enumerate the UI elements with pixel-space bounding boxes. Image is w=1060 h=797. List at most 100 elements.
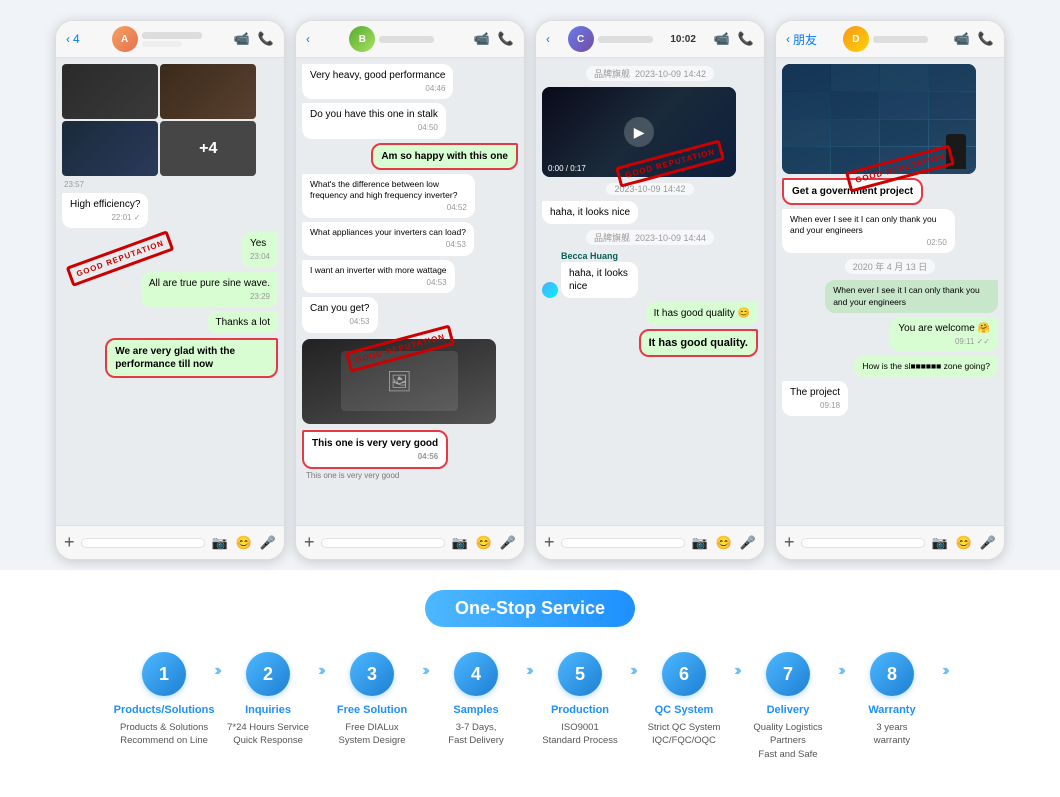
phone-mockup-4: ‹ 朋友 D 📹 📞 GOOD REPUTATION	[775, 20, 1005, 560]
avatar-3: C	[568, 26, 594, 52]
back-button-3[interactable]: ‹	[546, 32, 550, 46]
bubble-thank-you: When ever I see it I can only thank you …	[782, 209, 955, 253]
bubble-text: Am so happy with this one	[381, 150, 508, 163]
bubble-text: You are welcome 🤗	[898, 322, 990, 335]
step-item-3: 3 Free Solution Free DIALuxSystem Desigr…	[322, 652, 422, 748]
bubble-text: I want an inverter with more wattage	[310, 265, 447, 276]
step-number-5: 5	[575, 664, 585, 685]
play-icon: ▶	[634, 124, 645, 141]
grid-img-2	[160, 64, 256, 119]
service-title: One-Stop Service	[425, 590, 635, 627]
bubble-howis: How is the sl■■■■■■ zone going?	[854, 356, 998, 377]
arrow-icon-8: ›››	[942, 662, 946, 680]
step-circle-2: 2	[246, 652, 290, 696]
bubble-text: Can you get?	[310, 302, 370, 315]
contact-name-3	[598, 36, 653, 43]
footer-plus-icon[interactable]: +	[64, 532, 75, 553]
bubble-thank-sent: When ever I see it I can only thank you …	[825, 280, 998, 312]
bubble-time: 23:04	[250, 252, 270, 262]
footer-input-4[interactable]	[801, 538, 926, 548]
video-icon-1[interactable]: 📹	[234, 31, 250, 47]
footer-plus-icon-2[interactable]: +	[304, 532, 315, 553]
bubble-time: 04:53	[310, 317, 370, 327]
bubble-glad-performance: We are very glad with the performance ti…	[105, 338, 278, 378]
sender-name-becca: Becca Huang	[561, 251, 657, 261]
footer-plus-icon-4[interactable]: +	[784, 532, 795, 553]
camera-icon[interactable]: 📷	[211, 535, 227, 551]
step-desc-5: ISO9001Standard Process	[542, 721, 618, 748]
emoji-icon-4[interactable]: 😊	[956, 535, 972, 551]
back-button-4[interactable]: ‹ 朋友	[786, 31, 817, 48]
bubble-text: High efficiency?	[70, 198, 140, 211]
step-item-7: 7 Delivery Quality Logistics PartnersFas…	[738, 652, 838, 761]
bubble-time: 22:01 ✓	[70, 213, 140, 223]
camera-icon-4[interactable]: 📷	[931, 535, 947, 551]
step-title-3: Free Solution	[337, 704, 407, 716]
chat-body-4: GOOD REPUTATION Get a government pro	[776, 58, 1004, 525]
phone-mockup-3: ‹ C 10:02 📹 📞 GOOD REPUTATION	[535, 20, 765, 560]
bubble-text: When ever I see it I can only thank you …	[790, 214, 947, 236]
mic-icon-2[interactable]: 🎤	[500, 535, 516, 551]
bubble-text: What's the difference between low freque…	[310, 179, 467, 201]
step-item-6: 6 QC System Strict QC SystemIQC/FQC/OQC	[634, 652, 734, 748]
bubble-wattage: I want an inverter with more wattage 04:…	[302, 260, 455, 293]
phone-icon-3[interactable]: 📞	[738, 31, 754, 47]
camera-icon-3[interactable]: 📷	[691, 535, 707, 551]
back-count-1: 4	[73, 32, 80, 46]
bubble-time: 04:53	[310, 240, 466, 250]
contact-info-2: B	[349, 26, 434, 52]
emoji-icon[interactable]: 😊	[236, 535, 252, 551]
bubble-looks-nice-2: haha, it looks nice	[561, 262, 638, 298]
footer-input-1[interactable]	[81, 538, 206, 548]
step-title-1: Products/Solutions	[114, 704, 215, 716]
status-bar-time: 10:02	[670, 34, 696, 45]
video-icon-4[interactable]: 📹	[954, 31, 970, 47]
chat-body-3: GOOD REPUTATION 品牌旗舰 2023-10-09 14:42 ▶ …	[536, 58, 764, 525]
bubble-text: All are true pure sine wave.	[149, 277, 270, 290]
phone-icon-1[interactable]: 📞	[258, 31, 274, 47]
bubble-text: It has good quality.	[649, 336, 748, 350]
bubble-text: How is the sl■■■■■■ zone going?	[862, 361, 990, 372]
phone-footer-3: + 📷 😊 🎤	[536, 525, 764, 559]
main-container: ‹ 4 A 📹 📞 GOOD REPUTAT	[0, 0, 1060, 781]
bubble-happy: Am so happy with this one	[371, 143, 518, 170]
bubble-project: The project 09:18	[782, 381, 848, 416]
mic-icon[interactable]: 🎤	[260, 535, 276, 551]
bubble-time: 04:52	[310, 203, 467, 213]
phone-footer-2: + 📷 😊 🎤	[296, 525, 524, 559]
bubble-diff: What's the difference between low freque…	[302, 174, 475, 218]
chat-body-1: GOOD REPUTATION +4 23:57 High efficiency…	[56, 58, 284, 525]
bubble-time: 09:18	[790, 401, 840, 411]
step-item-1: 1 Products/Solutions Products & Solution…	[114, 652, 214, 748]
phone-header-1: ‹ 4 A 📹 📞	[56, 21, 284, 58]
back-button-1[interactable]: ‹ 4	[66, 32, 80, 46]
camera-icon-2[interactable]: 📷	[451, 535, 467, 551]
bubble-text: What appliances your inverters can load?	[310, 227, 466, 238]
bubble-text: The project	[790, 386, 840, 399]
footer-input-3[interactable]	[561, 538, 686, 548]
mini-avatar-becca	[542, 282, 558, 298]
emoji-icon-2[interactable]: 😊	[476, 535, 492, 551]
step-number-7: 7	[783, 664, 793, 685]
phone-icon-4[interactable]: 📞	[978, 31, 994, 47]
step-connector-8: ›››	[942, 662, 946, 720]
contact-name-4	[873, 36, 928, 43]
phone-icon-2[interactable]: 📞	[498, 31, 514, 47]
step-item-4: 4 Samples 3-7 Days,Fast Delivery	[426, 652, 526, 748]
mic-icon-3[interactable]: 🎤	[740, 535, 756, 551]
footer-input-2[interactable]	[321, 538, 446, 548]
mic-icon-4[interactable]: 🎤	[980, 535, 996, 551]
footer-plus-icon-3[interactable]: +	[544, 532, 555, 553]
bubble-looks-nice-1: haha, it looks nice	[542, 201, 638, 224]
step-desc-4: 3-7 Days,Fast Delivery	[448, 721, 503, 748]
back-button-2[interactable]: ‹	[306, 32, 310, 46]
step-circle-4: 4	[454, 652, 498, 696]
phone-footer-1: + 📷 😊 🎤	[56, 525, 284, 559]
step-title-7: Delivery	[767, 704, 810, 716]
back-icon-4: ‹	[786, 32, 790, 46]
video-icon-3[interactable]: 📹	[714, 31, 730, 47]
bubble-time: 04:46	[310, 84, 445, 94]
emoji-icon-3[interactable]: 😊	[716, 535, 732, 551]
video-icon-2[interactable]: 📹	[474, 31, 490, 47]
bubble-text: It has good quality 😊	[654, 307, 750, 320]
